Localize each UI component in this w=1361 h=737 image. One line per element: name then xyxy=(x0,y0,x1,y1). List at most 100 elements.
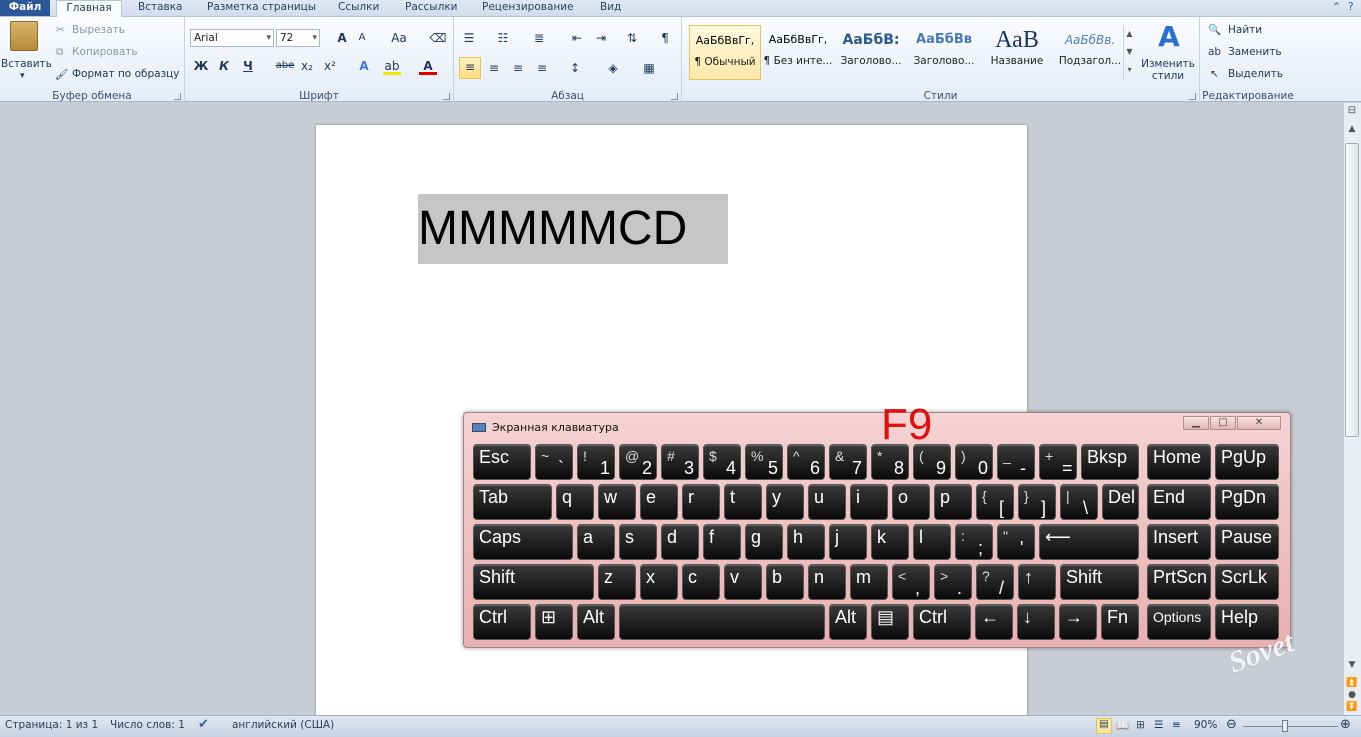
pilcrow-icon[interactable]: ¶ xyxy=(656,29,674,47)
font-size-combo[interactable]: 72 xyxy=(276,29,320,47)
underline-button[interactable]: Ч xyxy=(239,57,257,75)
key-esc[interactable]: Esc xyxy=(473,444,531,480)
next-page-icon[interactable]: ⏬ xyxy=(1345,702,1359,714)
key-o[interactable]: o xyxy=(892,484,930,520)
key-ctrl[interactable]: Ctrl xyxy=(913,604,971,640)
key-7[interactable]: & 7 xyxy=(829,444,867,480)
print-layout-icon[interactable]: ▤ xyxy=(1096,718,1112,734)
key-sym2-11[interactable]: " ' xyxy=(997,524,1035,560)
draft-icon[interactable]: ≡ xyxy=(1172,719,1181,731)
key-sym0-13[interactable]: + = xyxy=(1039,444,1077,480)
justify-icon[interactable]: ≡ xyxy=(533,59,551,77)
key-sym2-10[interactable]: :; xyxy=(955,524,993,560)
style-title[interactable]: АаВ Название xyxy=(981,25,1053,80)
tab-mailings[interactable]: Рассылки xyxy=(401,0,461,16)
key-sym4-7[interactable]: ← xyxy=(975,604,1013,640)
key-home[interactable]: Home xyxy=(1147,444,1211,480)
select-button[interactable]: Выделить xyxy=(1228,68,1283,80)
key-d[interactable]: d xyxy=(661,524,699,560)
change-case-icon[interactable]: Aa xyxy=(387,29,411,47)
replace-button[interactable]: Заменить xyxy=(1228,46,1282,58)
key-alt[interactable]: Alt xyxy=(829,604,867,640)
osk-minimize-icon[interactable]: ▁ xyxy=(1183,416,1209,430)
key-sym0-12[interactable]: _ - xyxy=(997,444,1035,480)
key-sym4-5[interactable]: ▤ xyxy=(871,604,909,640)
multilevel-list-icon[interactable]: ≣ xyxy=(530,29,548,47)
text-effects-icon[interactable]: A xyxy=(355,57,373,75)
key-insert[interactable]: Insert xyxy=(1147,524,1211,560)
full-screen-reading-icon[interactable]: 📖 xyxy=(1116,719,1129,732)
key-5[interactable]: % 5 xyxy=(745,444,783,480)
decrease-indent-icon[interactable]: ⇤ xyxy=(568,29,586,47)
key-pause[interactable]: Pause xyxy=(1215,524,1279,560)
help-icon[interactable]: ? xyxy=(1344,0,1358,16)
key-k[interactable]: k xyxy=(871,524,909,560)
key-u[interactable]: u xyxy=(808,484,846,520)
styles-scroll-icon[interactable]: ▲ ▼ ▾ xyxy=(1123,25,1135,80)
key-sym3-11[interactable]: ↑ xyxy=(1018,564,1056,600)
tab-view[interactable]: Вид xyxy=(596,0,625,16)
key-c[interactable]: c xyxy=(682,564,720,600)
key-t[interactable]: t xyxy=(724,484,762,520)
tab-insert[interactable]: Вставка xyxy=(134,0,187,16)
bold-button[interactable]: Ж xyxy=(192,57,210,75)
borders-icon[interactable]: ▦ xyxy=(640,59,658,77)
key-i[interactable]: i xyxy=(850,484,888,520)
style-normal[interactable]: АаБбВвГг, ¶ Обычный xyxy=(689,25,761,80)
shrink-font-icon[interactable]: A xyxy=(353,29,371,47)
key-sym4-9[interactable]: → xyxy=(1059,604,1097,640)
key-g[interactable]: g xyxy=(745,524,783,560)
osk-maximize-icon[interactable]: □ xyxy=(1210,416,1236,430)
format-painter-button[interactable]: Формат по образцу xyxy=(72,68,180,80)
highlight-icon[interactable]: ab xyxy=(383,57,401,75)
key-z[interactable]: z xyxy=(598,564,636,600)
browse-object-icon[interactable]: ● xyxy=(1345,690,1359,702)
zoom-slider[interactable] xyxy=(1243,726,1338,727)
tab-file[interactable]: Файл xyxy=(0,0,50,16)
key-sym3-9[interactable]: >. xyxy=(934,564,972,600)
zoom-slider-thumb[interactable] xyxy=(1282,720,1288,732)
key-bksp[interactable]: Bksp xyxy=(1081,444,1139,480)
key-sym4-8[interactable]: ↓ xyxy=(1017,604,1055,640)
zoom-level[interactable]: 90% xyxy=(1194,719,1217,731)
key-caps[interactable]: Caps xyxy=(473,524,573,560)
key-2[interactable]: @2 xyxy=(619,444,657,480)
selected-document-text[interactable]: MMMMMCD xyxy=(418,194,728,264)
scroll-up-icon[interactable]: ▲ xyxy=(1345,124,1359,138)
strikethrough-button[interactable]: abe xyxy=(273,57,297,75)
subscript-button[interactable]: x₂ xyxy=(298,57,316,75)
cut-button[interactable]: Вырезать xyxy=(72,24,125,36)
key-sym1-11[interactable]: {[ xyxy=(976,484,1014,520)
key-r[interactable]: r xyxy=(682,484,720,520)
key-scrlk[interactable]: ScrLk xyxy=(1215,564,1279,600)
scroll-down-icon[interactable]: ▼ xyxy=(1345,660,1359,674)
key-e[interactable]: e xyxy=(640,484,678,520)
key-q[interactable]: q xyxy=(556,484,594,520)
key-j[interactable]: j xyxy=(829,524,867,560)
key-sym2-12[interactable]: ⟵ xyxy=(1039,524,1139,560)
sort-icon[interactable]: ⇅ xyxy=(623,29,641,47)
key-end[interactable]: End xyxy=(1147,484,1211,520)
key-fn[interactable]: Fn xyxy=(1101,604,1139,640)
outline-icon[interactable]: ☰ xyxy=(1154,719,1163,731)
increase-indent-icon[interactable]: ⇥ xyxy=(592,29,610,47)
grow-font-icon[interactable]: A xyxy=(333,29,351,47)
key-0[interactable]: ) 0 xyxy=(955,444,993,480)
font-launcher-icon[interactable] xyxy=(443,93,450,100)
key-tab[interactable]: Tab xyxy=(473,484,552,520)
align-left-icon[interactable]: ≡ xyxy=(459,57,481,79)
scrollbar-thumb[interactable] xyxy=(1345,143,1359,437)
key-v[interactable]: v xyxy=(724,564,762,600)
key-sym0-1[interactable]: ~ ` xyxy=(535,444,573,480)
style-subtitle[interactable]: АаБбВв. Подзагол... xyxy=(1054,25,1126,80)
style-heading2[interactable]: АаБбВв Заголово... xyxy=(908,25,980,80)
key-del[interactable]: Del xyxy=(1102,484,1139,520)
shading-icon[interactable]: ◈ xyxy=(604,59,622,77)
key-6[interactable]: ^ 6 xyxy=(787,444,825,480)
key-a[interactable]: a xyxy=(577,524,615,560)
web-layout-icon[interactable]: ⊞ xyxy=(1136,719,1145,731)
key-m[interactable]: m xyxy=(850,564,888,600)
tab-references[interactable]: Ссылки xyxy=(334,0,383,16)
minimize-ribbon-icon[interactable]: ⌃ xyxy=(1328,0,1345,16)
zoom-out-icon[interactable]: ⊖ xyxy=(1226,717,1237,732)
